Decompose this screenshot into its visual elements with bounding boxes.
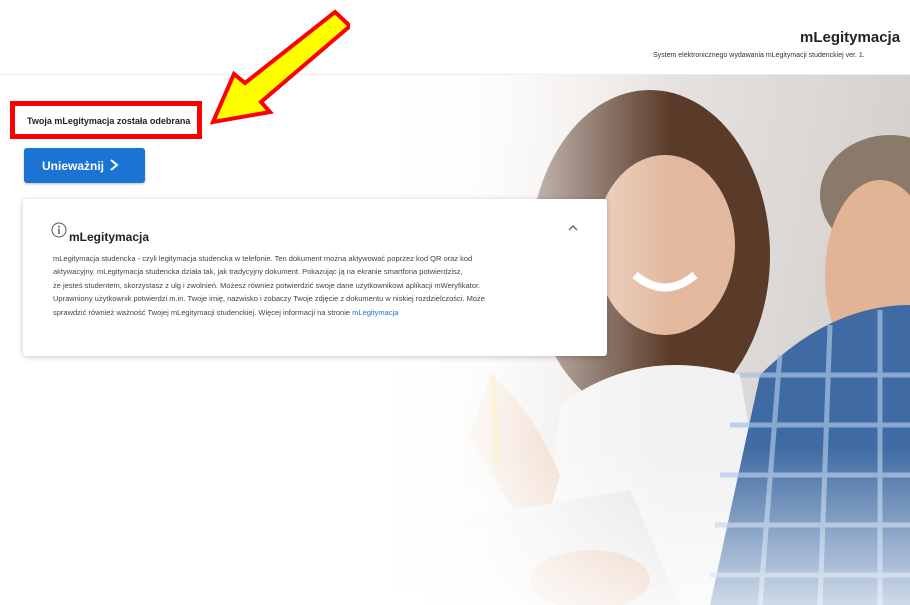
- chevron-right-icon: [110, 159, 119, 171]
- card-text-line: sprawdzić również ważność Twojej mLegity…: [53, 307, 351, 317]
- app-header: mLegitymacja System elektronicznego wyda…: [0, 0, 910, 75]
- card-text-line: Uprawniony użytkownik potwierdzi m.in. T…: [53, 294, 485, 304]
- card-text-line-last: sprawdzić również ważność Twojej mLegity…: [53, 306, 588, 319]
- revoke-button-label: Unieważnij: [42, 159, 105, 173]
- app-title: mLegitymacja: [800, 29, 901, 46]
- info-card: mLegitymacja mLegitymacja studencka - cz…: [23, 199, 607, 356]
- app-subtitle: System elektronicznego wydawania mLegity…: [653, 52, 865, 59]
- status-message: Twoja mLegitymacja została odebrana: [27, 116, 191, 126]
- arrow-icon: [209, 9, 350, 125]
- card-text-line: że jesteś studentem, skorzystasz z ulg i…: [53, 280, 481, 290]
- card-text-line: mLegitymacja studencka - czyli legitymac…: [53, 254, 473, 263]
- card-text-line: aktywacyjny. mLegitymacja studencka dzia…: [53, 267, 463, 277]
- notice-highlight-box: Twoja mLegitymacja została odebrana: [10, 101, 202, 139]
- chevron-up-icon[interactable]: [567, 223, 579, 233]
- card-title: mLegitymacja: [69, 230, 150, 244]
- card-description: mLegitymacja studencka - czyli legitymac…: [53, 252, 588, 319]
- revoke-button[interactable]: Unieważnij: [24, 148, 145, 183]
- mlegitymacja-link[interactable]: mLegitymacja: [352, 308, 398, 317]
- info-circle-icon: [51, 222, 67, 238]
